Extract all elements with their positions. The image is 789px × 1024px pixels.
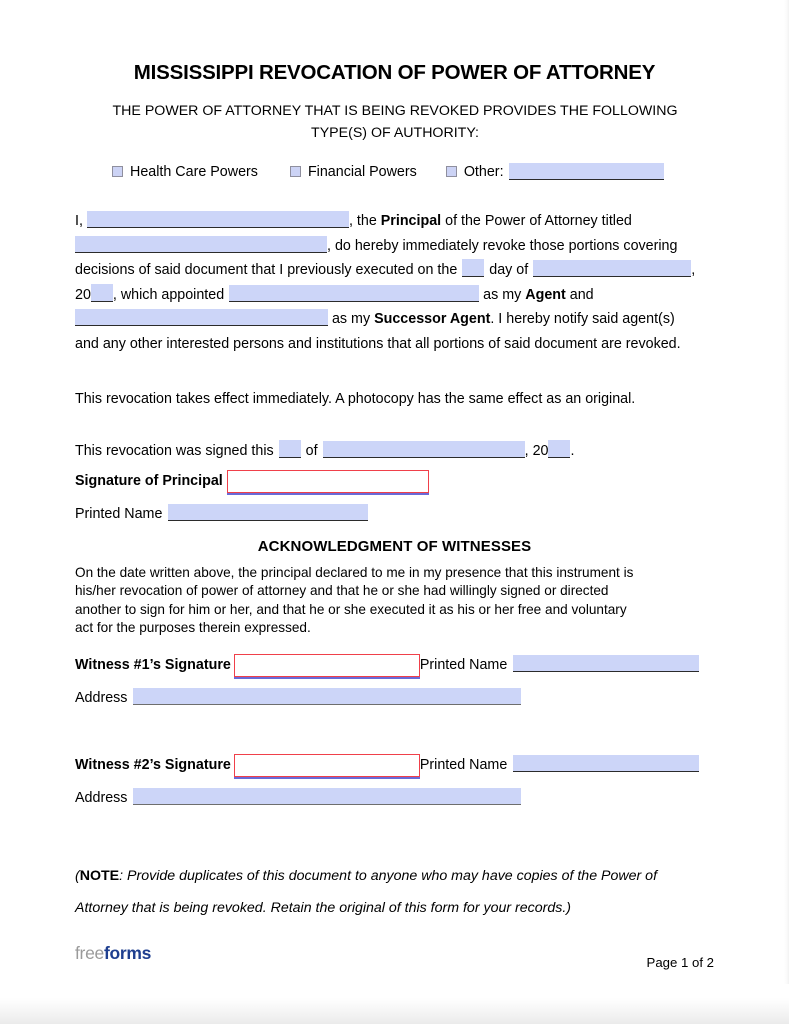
label-health-care-powers: Health Care Powers — [130, 163, 258, 180]
signed-comma: , — [524, 443, 529, 459]
label-financial-powers: Financial Powers — [307, 163, 417, 180]
witness-2-printed-name-label: Printed Name — [419, 757, 508, 773]
witness-1-signature-row: Witness #1’s Signature Printed Name — [75, 653, 714, 679]
body-line-4: 20 , which appointed as my Agent and — [75, 283, 714, 308]
page-indicator: Page 1 of 2 — [646, 955, 714, 970]
other-authority-input[interactable] — [508, 163, 664, 180]
agent-bold-label: Agent — [525, 286, 566, 303]
body-line-1-suffix-a: , the — [348, 213, 381, 229]
body-line-3-prefix: decisions of said document that I previo… — [75, 262, 458, 279]
execution-day-input[interactable] — [462, 259, 485, 278]
body-line-3: decisions of said document that I previo… — [75, 258, 714, 283]
witness-2-block: Witness #2’s Signature Printed Name Addre… — [75, 753, 714, 806]
signed-year-prefix: 20 — [532, 443, 549, 459]
checkbox-other[interactable] — [445, 166, 457, 177]
authority-types-row: Health Care Powers Financial Powers Othe… — [112, 163, 722, 180]
acknowledgment-heading: ACKNOWLEDGMENT OF WITNESSES — [257, 538, 532, 555]
checkbox-financial-powers[interactable] — [289, 166, 301, 177]
acknowledgment-paragraph: On the date written above, the principal… — [75, 565, 634, 635]
body-line-1-prefix: I, — [75, 213, 83, 229]
revocation-body: I, , the Principal of the Power of Attorn… — [75, 209, 714, 357]
body-line-4-suffix-a: as my — [479, 286, 526, 303]
note-paragraph: (NOTE: Provide duplicates of this docume… — [75, 860, 695, 924]
witness-2-signature-label: Witness #2’s Signature — [75, 757, 231, 773]
witness-1-signature-label: Witness #1’s Signature — [75, 657, 231, 673]
note-label: NOTE — [79, 868, 120, 884]
body-line-5: as my Successor Agent. I hereby notify s… — [75, 307, 714, 332]
principal-signature-label: Signature of Principal — [75, 473, 223, 489]
signed-period: . — [570, 443, 575, 459]
document-subtitle: THE POWER OF ATTORNEY THAT IS BEING REVO… — [112, 103, 678, 141]
principal-bold-label: Principal — [380, 213, 442, 229]
signed-month-input[interactable] — [322, 441, 525, 458]
successor-agent-input[interactable] — [75, 309, 328, 327]
note-text: : Provide duplicates of this document to… — [75, 868, 658, 916]
principal-name-input[interactable] — [86, 211, 349, 228]
principal-printed-name-input[interactable] — [168, 504, 369, 521]
body-line-5-suffix-b: . I hereby notify said agent(s) — [490, 311, 675, 328]
witness-2-address-row: Address — [75, 788, 714, 806]
witness-1-printed-name-label: Printed Name — [419, 657, 508, 673]
witness-2-address-input[interactable] — [133, 788, 522, 805]
execution-month-input[interactable] — [533, 260, 692, 278]
successor-agent-bold-label: Successor Agent — [374, 311, 491, 328]
signed-prefix: This revocation was signed this — [75, 443, 274, 459]
body-line-2: , do hereby immediately revoke those por… — [75, 234, 714, 259]
logo-forms-text: forms — [103, 943, 152, 963]
principal-printed-name-row: Printed Name — [75, 504, 369, 522]
witness-2-signature-input[interactable] — [233, 754, 421, 779]
witness-1-address-input[interactable] — [133, 688, 522, 705]
page-bottom-edge-shade — [0, 984, 789, 1024]
body-line-1: I, , the Principal of the Power of Attorn… — [75, 209, 714, 234]
poa-title-input[interactable] — [75, 235, 327, 253]
principal-signature-input[interactable] — [226, 470, 429, 495]
label-other: Other: — [463, 163, 504, 180]
execution-year-prefix: 20 — [75, 286, 91, 303]
signed-day-input[interactable] — [278, 440, 301, 458]
execution-year-input[interactable] — [90, 283, 113, 302]
freeforms-logo: freeforms — [75, 943, 151, 964]
body-line-3-comma: , — [691, 262, 696, 279]
witness-2-printed-name-input[interactable] — [513, 755, 700, 772]
body-line-2-suffix: , do hereby immediately revoke those por… — [327, 237, 678, 254]
witness-2-signature-row: Witness #2’s Signature Printed Name — [75, 753, 714, 779]
witness-2-address-label: Address — [75, 790, 128, 806]
witness-1-printed-name-input[interactable] — [513, 655, 700, 672]
signed-year-input[interactable] — [548, 440, 571, 458]
body-line-6: and any other interested persons and ins… — [75, 335, 681, 352]
witness-1-address-row: Address — [75, 688, 714, 706]
signed-of: of — [305, 443, 318, 459]
checkbox-health-care-powers[interactable] — [112, 166, 123, 177]
body-line-5-suffix-a: as my — [328, 311, 375, 328]
agent-name-input[interactable] — [229, 284, 480, 302]
page-title: MISSISSIPPI REVOCATION OF POWER OF ATTOR… — [133, 61, 656, 84]
witness-1-address-label: Address — [75, 690, 128, 706]
document-page: MISSISSIPPI REVOCATION OF POWER OF ATTOR… — [0, 0, 789, 1024]
signed-date-line: This revocation was signed this of, 20. — [75, 440, 574, 459]
body-line-4-suffix-b: and — [565, 286, 594, 303]
effect-paragraph: This revocation takes effect immediately… — [75, 391, 636, 407]
body-line-1-suffix-b: of the Power of Attorney titled — [441, 213, 632, 229]
body-line-3-mid: day of — [489, 262, 529, 279]
logo-free-text: free — [75, 943, 104, 963]
page-right-edge-shade — [784, 0, 789, 1024]
principal-printed-name-label: Printed Name — [75, 506, 163, 522]
principal-signature-row: Signature of Principal — [75, 470, 429, 495]
witness-1-block: Witness #1’s Signature Printed Name Addre… — [75, 653, 714, 706]
witness-1-signature-input[interactable] — [233, 654, 421, 679]
body-line-4-mid: , which appointed — [112, 286, 225, 303]
